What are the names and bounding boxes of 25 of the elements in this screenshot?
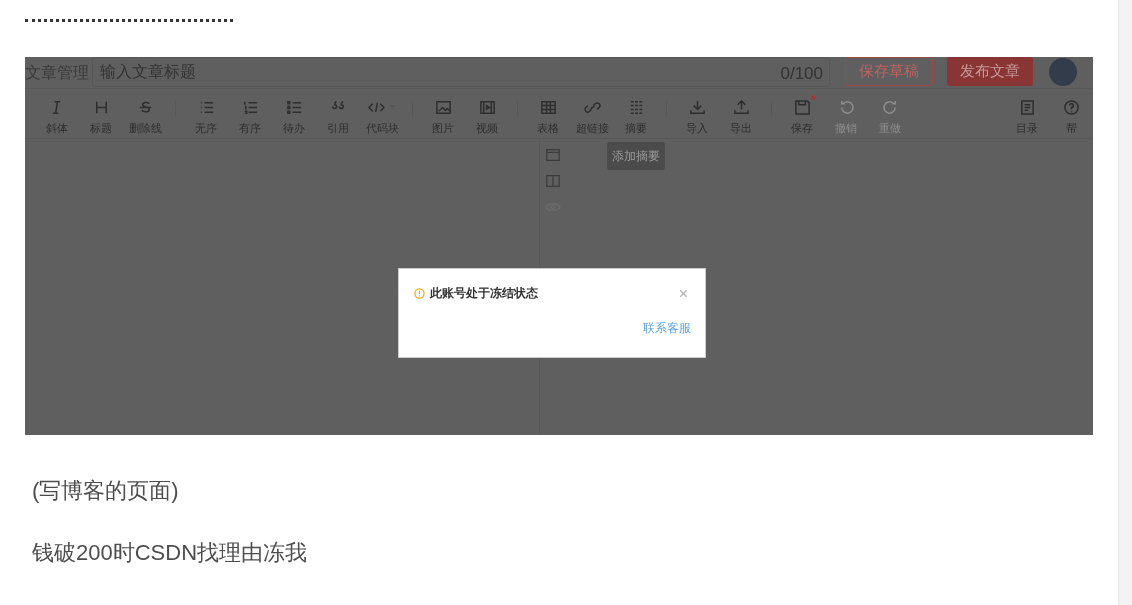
dialog-title: 此账号处于冻结状态 bbox=[430, 285, 538, 302]
download-icon bbox=[688, 98, 706, 116]
checklist-icon bbox=[285, 98, 303, 116]
upload-icon bbox=[732, 98, 750, 116]
save-draft-button[interactable]: 保存草稿 bbox=[845, 57, 933, 86]
tooltip: 添加摘要 bbox=[607, 142, 665, 170]
split-view-icon bbox=[545, 173, 561, 189]
avatar[interactable] bbox=[1049, 57, 1077, 86]
help-icon bbox=[1062, 98, 1080, 116]
document-icon bbox=[1018, 98, 1036, 116]
table-icon bbox=[539, 98, 557, 116]
window-icon bbox=[545, 147, 561, 163]
redo-icon bbox=[881, 98, 899, 116]
close-button[interactable] bbox=[680, 289, 687, 297]
warning-icon bbox=[414, 287, 425, 299]
contact-support-link[interactable]: 联系客服 bbox=[643, 319, 691, 337]
close-icon bbox=[680, 289, 687, 297]
view-mode-button[interactable] bbox=[545, 172, 563, 190]
paragraph: 钱破200时CSDN找理由冻我 bbox=[32, 539, 309, 567]
video-icon bbox=[478, 98, 496, 116]
paragraph: (写博客的页面) bbox=[32, 477, 180, 505]
image-icon bbox=[434, 98, 452, 116]
publish-button[interactable]: 发布文章 bbox=[947, 57, 1033, 86]
view-mode-button[interactable] bbox=[545, 146, 563, 164]
save-icon bbox=[793, 98, 811, 116]
